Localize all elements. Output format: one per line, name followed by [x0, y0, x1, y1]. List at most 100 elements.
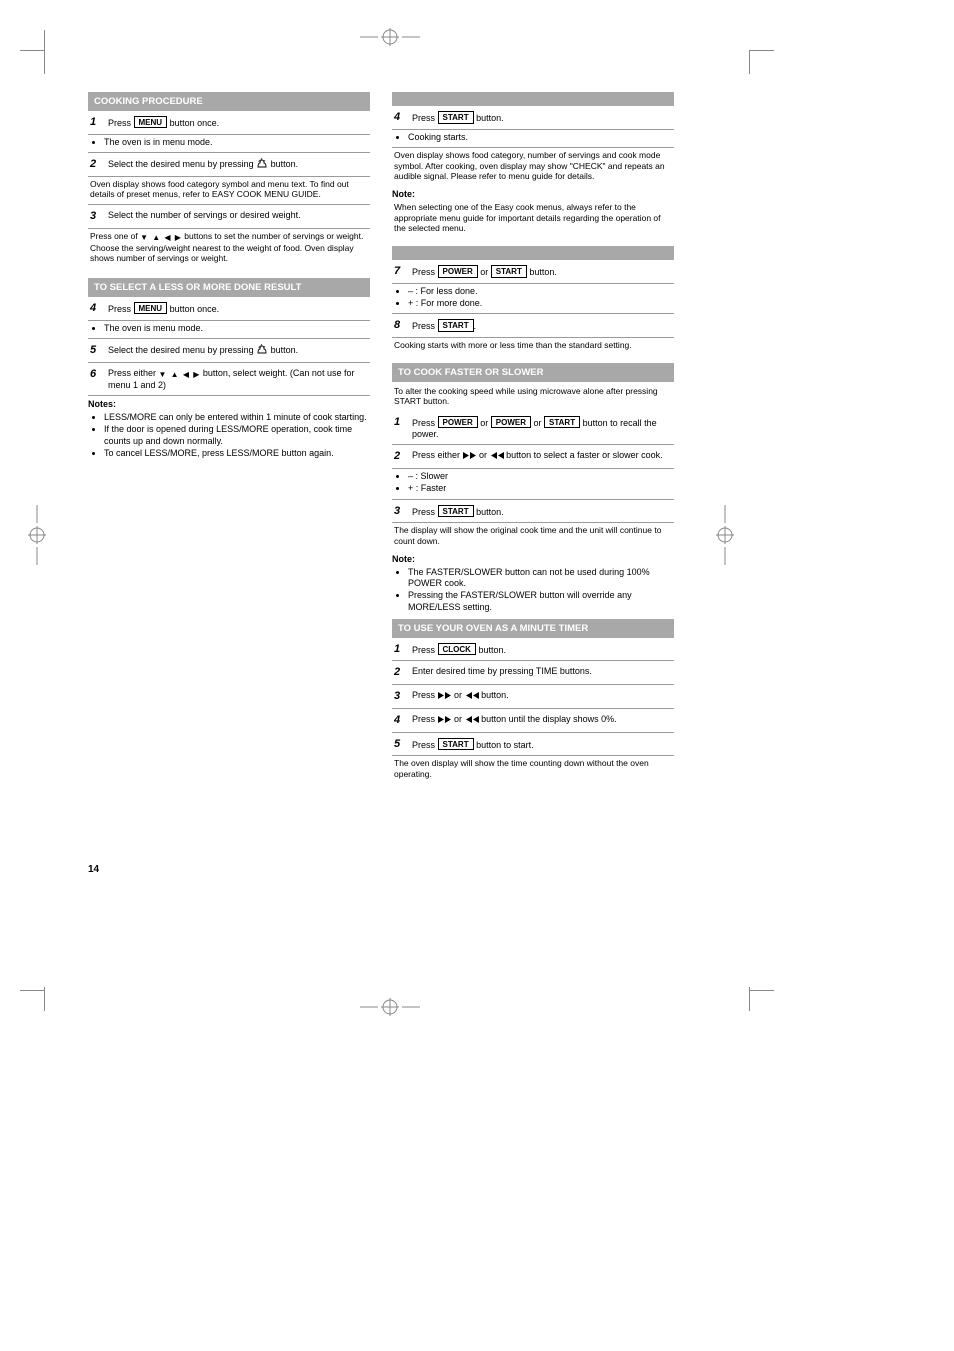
section-header-spacer	[392, 246, 674, 260]
note-item: LESS/MORE can only be entered within 1 m…	[104, 412, 370, 423]
step-text: Press CLOCK button.	[412, 643, 672, 656]
menu-button-label: MENU	[134, 116, 168, 129]
note-item: + : Faster	[408, 483, 674, 494]
step-number: 8	[394, 319, 406, 333]
step-text: Select the number of servings or desired…	[108, 210, 368, 221]
section-header-cooking-procedure: COOKING PROCEDURE	[88, 92, 370, 111]
step-number: 4	[90, 302, 102, 316]
step-note-list: The oven is menu mode.	[88, 323, 370, 334]
step-number: 2	[394, 450, 406, 464]
notes-heading: Notes:	[88, 399, 370, 410]
step-note-list: – : Slower + : Faster	[392, 471, 674, 495]
note-item: If the door is opened during LESS/MORE o…	[104, 424, 370, 447]
fast-forward-icon	[438, 715, 452, 722]
start-button-label: START	[544, 416, 580, 429]
step-text: Press POWER or POWER or START button to …	[412, 416, 672, 441]
step-row: 3 Press START button.	[392, 500, 674, 524]
step-row: 2 Enter desired time by pressing TIME bu…	[392, 661, 674, 685]
note-item: – : For less done.	[408, 286, 674, 297]
crop-mark-top-right	[734, 30, 774, 70]
power-button-label: POWER	[438, 265, 478, 278]
step-detail: Press one of ▼ ▲ ◀ ▶ buttons to set the …	[88, 229, 370, 268]
step-text: Press POWER or START button.	[412, 265, 672, 278]
power-button-label: POWER	[491, 416, 531, 429]
start-button-label: START	[438, 111, 474, 124]
step-number: 2	[90, 158, 102, 172]
crop-mark-top-left	[20, 30, 60, 70]
step-detail: Oven display shows food category, number…	[392, 148, 674, 186]
step-text: Press START button to start.	[412, 738, 672, 751]
step-number: 4	[394, 111, 406, 125]
step-number: 2	[394, 666, 406, 680]
safety-note: When selecting one of the Easy cook menu…	[392, 200, 674, 238]
note-item: The oven is menu mode.	[104, 323, 370, 334]
step-detail: Cooking starts with more or less time th…	[392, 338, 674, 355]
fast-forward-icon	[463, 451, 477, 458]
step-text: Select the desired menu by pressing butt…	[108, 158, 368, 170]
section-header-less-more: TO SELECT A LESS OR MORE DONE RESULT	[88, 278, 370, 297]
rewind-icon	[465, 691, 479, 698]
step-row: 4 Press or button until the display show…	[392, 709, 674, 733]
note-item: Cooking starts.	[408, 132, 674, 143]
menu-button-label: MENU	[134, 302, 168, 315]
sheet: COOKING PROCEDURE 1 Press MENU button on…	[0, 0, 954, 1351]
rewind-icon	[490, 451, 504, 458]
step-note-list: Cooking starts.	[392, 132, 674, 143]
note-item: – : Slower	[408, 471, 674, 482]
left-column: COOKING PROCEDURE 1 Press MENU button on…	[88, 90, 370, 865]
step-note-list: – : For less done. + : For more done.	[392, 286, 674, 310]
registration-mark-left	[28, 505, 88, 523]
manual-page: COOKING PROCEDURE 1 Press MENU button on…	[88, 90, 674, 865]
crop-mark-bottom-left	[20, 971, 60, 1011]
section-header-minute-timer: TO USE YOUR OVEN AS A MINUTE TIMER	[392, 619, 674, 638]
step-row: 1 Press CLOCK button.	[392, 638, 674, 662]
arrow-buttons-icon: ▼ ▲ ◀ ▶	[159, 370, 201, 380]
step-number: 5	[90, 344, 102, 358]
arrow-buttons-icon: ▼ ▲ ◀ ▶	[140, 233, 182, 243]
step-text: Enter desired time by pressing TIME butt…	[412, 666, 672, 677]
start-button-label: START	[491, 265, 527, 278]
step-text: Press or button until the display shows …	[412, 714, 672, 725]
registration-mark-bottom	[360, 998, 420, 1016]
notes-list: The FASTER/SLOWER button can not be used…	[392, 567, 674, 613]
step-row: 5 Press START button to start.	[392, 733, 674, 757]
notes-heading: Note:	[392, 554, 674, 565]
start-button-label: START	[438, 738, 474, 751]
step-row: 1 Press MENU button once.	[88, 111, 370, 135]
step-text: Select the desired menu by pressing butt…	[108, 344, 368, 356]
clock-button-label: CLOCK	[438, 643, 476, 656]
step-number: 1	[394, 643, 406, 657]
step-row: 6 Press either ▼ ▲ ◀ ▶ button, select we…	[88, 363, 370, 396]
step-text: Press or button.	[412, 690, 672, 701]
step-row: 5 Select the desired menu by pressing bu…	[88, 339, 370, 363]
step-row: 4 Press START button.	[392, 106, 674, 130]
step-text: Press MENU button once.	[108, 116, 368, 129]
rewind-icon	[465, 715, 479, 722]
section-header-faster-slower: TO COOK FASTER OR SLOWER	[392, 363, 674, 382]
registration-mark-top	[360, 28, 420, 46]
step-row: 3 Select the number of servings or desir…	[88, 205, 370, 228]
note-item: Pressing the FASTER/SLOWER button will o…	[408, 590, 674, 613]
step-row: 2 Press either or button to select a fas…	[392, 445, 674, 469]
power-button-label: POWER	[438, 416, 478, 429]
step-note-list: The oven is in menu mode.	[88, 137, 370, 148]
note-item: The FASTER/SLOWER button can not be used…	[408, 567, 674, 590]
note-item: To cancel LESS/MORE, press LESS/MORE but…	[104, 448, 370, 459]
step-text: Press MENU button once.	[108, 302, 368, 315]
step-number: 5	[394, 738, 406, 752]
notes-heading: Note:	[392, 189, 674, 200]
step-number: 7	[394, 265, 406, 279]
fast-forward-icon	[438, 691, 452, 698]
step-number: 3	[90, 210, 102, 224]
note-item: + : For more done.	[408, 298, 674, 309]
step-text: Press START.	[412, 319, 672, 332]
step-number: 3	[394, 690, 406, 704]
step-text: Press START button.	[412, 505, 672, 518]
step-row: 1 Press POWER or POWER or START button t…	[392, 411, 674, 446]
step-text: Press either ▼ ▲ ◀ ▶ button, select weig…	[108, 368, 368, 391]
note-item: The oven is in menu mode.	[104, 137, 370, 148]
step-number: 4	[394, 714, 406, 728]
step-detail: The display will show the original cook …	[392, 523, 674, 550]
start-button-label: START	[438, 505, 474, 518]
step-number: 1	[394, 416, 406, 430]
